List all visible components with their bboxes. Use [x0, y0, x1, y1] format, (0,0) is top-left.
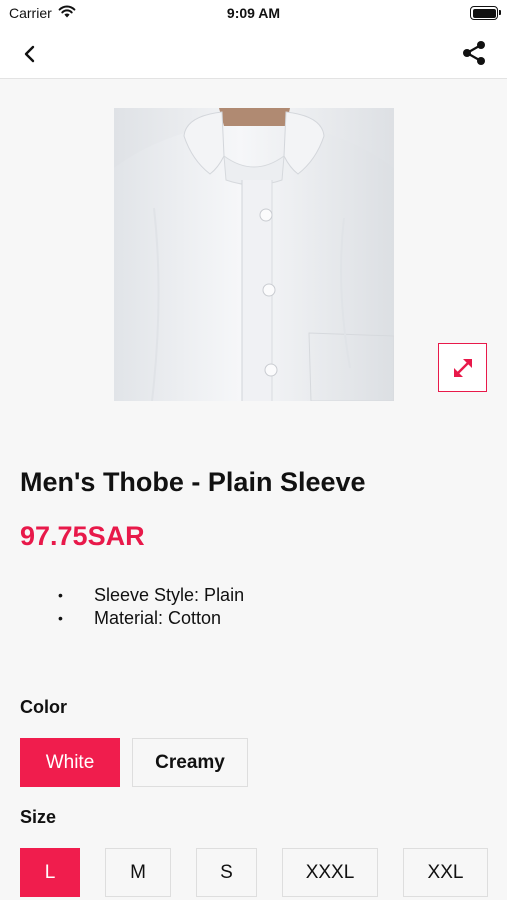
back-button[interactable]: [16, 40, 44, 68]
size-label: Size: [20, 807, 57, 827]
thobe-picture: [114, 108, 394, 401]
status-time: 9:09 AM: [226, 5, 281, 21]
product-title: Men's Thobe - Plain Sleeve: [20, 467, 366, 497]
size-option-l[interactable]: L: [20, 848, 80, 897]
size-option-m[interactable]: M: [105, 848, 171, 897]
status-bar: Carrier 9:09 AM: [0, 0, 507, 28]
chevron-left-icon: [24, 45, 35, 63]
size-option-xxl[interactable]: XXL: [403, 848, 488, 897]
expand-image-button[interactable]: [438, 343, 487, 392]
share-icon: [463, 41, 485, 65]
expand-arrows-icon: [453, 358, 472, 377]
nav-bar: [0, 28, 507, 79]
color-label: Color: [20, 697, 67, 717]
product-image[interactable]: [114, 108, 394, 401]
feature-item: Material: Cotton: [58, 607, 244, 630]
feature-item: Sleeve Style: Plain: [58, 584, 244, 607]
battery-icon: [470, 6, 501, 20]
color-option-creamy[interactable]: Creamy: [132, 738, 248, 787]
size-option-xxxl[interactable]: XXXL: [282, 848, 378, 897]
product-price: 97.75SAR: [20, 521, 145, 551]
feature-list: Sleeve Style: Plain Material: Cotton: [58, 584, 244, 630]
color-option-white[interactable]: White: [20, 738, 120, 787]
size-option-s[interactable]: S: [196, 848, 257, 897]
share-button[interactable]: [459, 38, 489, 68]
